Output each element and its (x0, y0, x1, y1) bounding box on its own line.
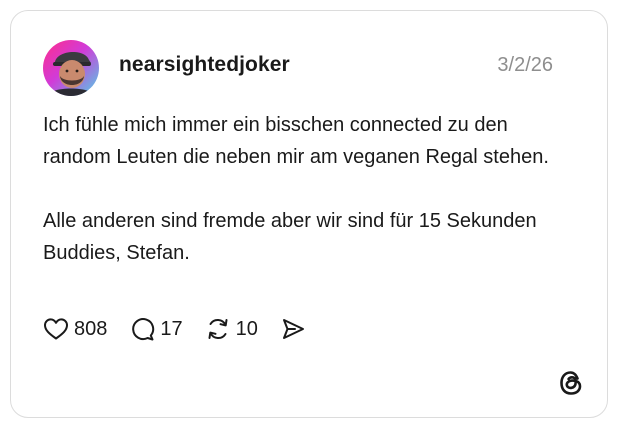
avatar-photo (47, 51, 95, 96)
like-count: 808 (74, 317, 108, 340)
threads-logo-icon (560, 371, 582, 395)
avatar[interactable] (43, 40, 99, 96)
reply-button[interactable]: 17 (129, 316, 183, 342)
post-date: 3/2/26 (497, 54, 553, 76)
post-paragraph: Ich fühle mich immer ein bisschen connec… (43, 114, 549, 168)
post-paragraph: Alle anderen sind fremde aber wir sind f… (43, 210, 537, 264)
share-button[interactable] (280, 317, 306, 341)
repost-arrows-icon (208, 318, 228, 340)
repost-button[interactable]: 10 (205, 316, 258, 342)
post-card: nearsightedjoker 3/2/26 Ich fühle mich i… (10, 10, 608, 418)
action-bar: 808 17 10 (43, 315, 328, 343)
heart-icon (44, 318, 68, 340)
username[interactable]: nearsightedjoker (119, 53, 290, 77)
post-body: Ich fühle mich immer ein bisschen connec… (43, 109, 563, 269)
speech-bubble-icon (132, 318, 155, 341)
like-button[interactable]: 808 (43, 317, 107, 341)
repost-count: 10 (235, 317, 258, 340)
send-paper-plane-icon (282, 319, 304, 339)
reply-count: 17 (160, 317, 183, 340)
